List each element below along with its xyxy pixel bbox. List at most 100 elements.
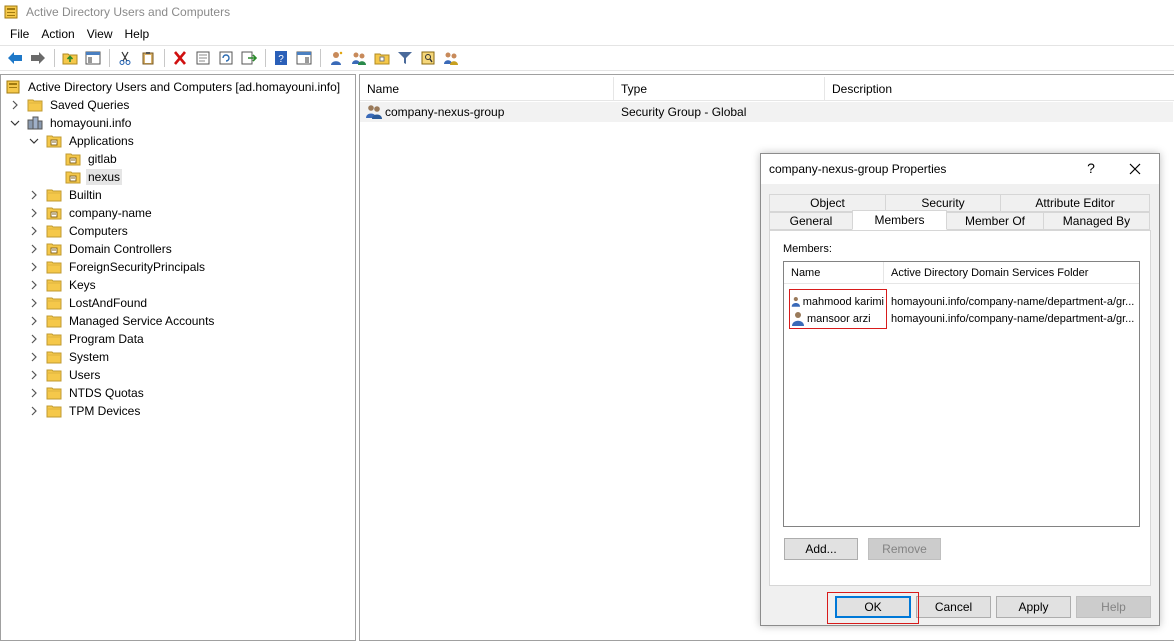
chevron-right-icon[interactable] — [28, 207, 40, 219]
organizational-unit-icon — [65, 152, 81, 166]
member-row[interactable]: mansoor arzi homayouni.info/company-name… — [784, 310, 1139, 327]
chevron-right-icon[interactable] — [28, 351, 40, 363]
members-list[interactable]: Name Active Directory Domain Services Fo… — [783, 261, 1140, 527]
member-name: mahmood karimi — [802, 295, 884, 308]
organizational-unit-icon — [65, 170, 81, 184]
show-hide-icon[interactable] — [293, 47, 315, 69]
filter-icon[interactable] — [394, 47, 416, 69]
tree-item-managed-service-accounts[interactable]: Managed Service Accounts — [28, 312, 216, 330]
tree-item-keys[interactable]: Keys — [28, 276, 98, 294]
tree-item-gitlab[interactable]: gitlab — [47, 150, 119, 168]
cancel-button[interactable]: Cancel — [916, 596, 991, 618]
tree-item-lost-and-found[interactable]: LostAndFound — [28, 294, 149, 312]
remove-member-button[interactable]: Remove — [868, 538, 941, 560]
up-folder-icon[interactable] — [59, 47, 81, 69]
close-icon — [1129, 163, 1141, 175]
tree-item-tpm-devices[interactable]: TPM Devices — [28, 402, 142, 420]
organizational-unit-icon — [46, 206, 62, 220]
chevron-down-icon[interactable] — [9, 117, 21, 129]
tree-item-company-name[interactable]: company-name — [28, 204, 154, 222]
menu-file[interactable]: File — [4, 27, 35, 41]
tab-member-of[interactable]: Member Of — [946, 212, 1044, 230]
dialog-help-button[interactable]: ? — [1081, 160, 1101, 178]
chevron-right-icon[interactable] — [28, 369, 40, 381]
export-list-icon[interactable] — [238, 47, 260, 69]
user-icon — [792, 312, 804, 326]
column-header-type[interactable]: Type — [614, 77, 825, 101]
chevron-right-icon[interactable] — [28, 387, 40, 399]
tree-item-system[interactable]: System — [28, 348, 111, 366]
tree-item-domain-controllers[interactable]: Domain Controllers — [28, 240, 174, 258]
chevron-down-icon[interactable] — [28, 135, 40, 147]
column-header-name[interactable]: Name — [360, 77, 614, 101]
chevron-right-icon[interactable] — [9, 99, 21, 111]
tree-item-ntds-quotas[interactable]: NTDS Quotas — [28, 384, 146, 402]
chevron-right-icon[interactable] — [28, 405, 40, 417]
tree-item-applications[interactable]: Applications — [28, 132, 136, 150]
tree-item-saved-queries[interactable]: Saved Queries — [9, 96, 131, 114]
members-column-name[interactable]: Name — [784, 262, 884, 284]
help-icon[interactable]: ? — [270, 47, 292, 69]
member-name-cell: mahmood karimi — [784, 294, 884, 309]
delete-icon[interactable] — [169, 47, 191, 69]
tree-item-foreign-security-principals[interactable]: ForeignSecurityPrincipals — [28, 258, 207, 276]
members-column-folder[interactable]: Active Directory Domain Services Folder — [884, 262, 1139, 284]
new-user-icon[interactable] — [325, 47, 347, 69]
chevron-right-icon[interactable] — [28, 315, 40, 327]
tab-managed-by[interactable]: Managed By — [1043, 212, 1150, 230]
column-header-description[interactable]: Description — [825, 77, 1174, 101]
svg-text:?: ? — [278, 54, 284, 65]
chevron-right-icon[interactable] — [28, 261, 40, 273]
tree-item-label: TPM Devices — [69, 404, 141, 418]
tree-item-label: gitlab — [88, 152, 117, 166]
menu-help[interactable]: Help — [119, 27, 156, 41]
member-name-cell: mansoor arzi — [784, 311, 884, 326]
toolbar-separator — [265, 49, 266, 67]
chevron-right-icon[interactable] — [28, 243, 40, 255]
console-tree[interactable]: Active Directory Users and Computers [ad… — [0, 74, 356, 641]
tab-attribute-editor[interactable]: Attribute Editor — [1000, 194, 1150, 212]
ok-button[interactable]: OK — [835, 596, 911, 618]
tree-item-label: Builtin — [69, 188, 102, 202]
add-member-button[interactable]: Add... — [784, 538, 858, 560]
window-title: Active Directory Users and Computers — [26, 5, 231, 19]
apply-button[interactable]: Apply — [996, 596, 1071, 618]
clipboard-icon[interactable] — [137, 47, 159, 69]
properties-dialog: company-nexus-group Properties ? Object … — [760, 153, 1160, 626]
list-row[interactable]: company-nexus-group Security Group - Glo… — [360, 102, 1173, 122]
menu-action[interactable]: Action — [35, 27, 80, 41]
tree-root[interactable]: Active Directory Users and Computers [ad… — [5, 78, 342, 96]
tab-members[interactable]: Members — [852, 210, 947, 230]
forward-arrow-icon[interactable] — [27, 47, 49, 69]
tree-item-domain[interactable]: homayouni.info — [9, 114, 133, 132]
chevron-right-icon[interactable] — [28, 225, 40, 237]
add-to-group-icon[interactable] — [440, 47, 462, 69]
tree-item-label: Saved Queries — [50, 98, 130, 112]
tab-general[interactable]: General — [769, 212, 853, 230]
tree-item-computers[interactable]: Computers — [28, 222, 130, 240]
cut-icon[interactable] — [114, 47, 136, 69]
find-icon[interactable] — [417, 47, 439, 69]
tree-item-nexus[interactable]: nexus — [47, 168, 123, 186]
menu-view[interactable]: View — [81, 27, 119, 41]
tree-item-users[interactable]: Users — [28, 366, 102, 384]
tree-item-label: Program Data — [69, 332, 144, 346]
refresh-icon[interactable] — [215, 47, 237, 69]
member-row[interactable]: mahmood karimi homayouni.info/company-na… — [784, 293, 1139, 310]
title-bar: Active Directory Users and Computers — [0, 0, 1174, 24]
folder-icon — [46, 332, 62, 346]
properties-icon[interactable] — [192, 47, 214, 69]
help-button[interactable]: Help — [1076, 596, 1151, 618]
dialog-close-button[interactable] — [1125, 159, 1145, 179]
chevron-right-icon[interactable] — [28, 279, 40, 291]
tree-item-builtin[interactable]: Builtin — [28, 186, 104, 204]
chevron-right-icon[interactable] — [28, 189, 40, 201]
new-ou-icon[interactable] — [371, 47, 393, 69]
members-list-header: Name Active Directory Domain Services Fo… — [784, 262, 1139, 284]
tree-item-program-data[interactable]: Program Data — [28, 330, 146, 348]
chevron-right-icon[interactable] — [28, 333, 40, 345]
console-tree-icon[interactable] — [82, 47, 104, 69]
back-arrow-icon[interactable] — [4, 47, 26, 69]
chevron-right-icon[interactable] — [28, 297, 40, 309]
new-group-icon[interactable] — [348, 47, 370, 69]
